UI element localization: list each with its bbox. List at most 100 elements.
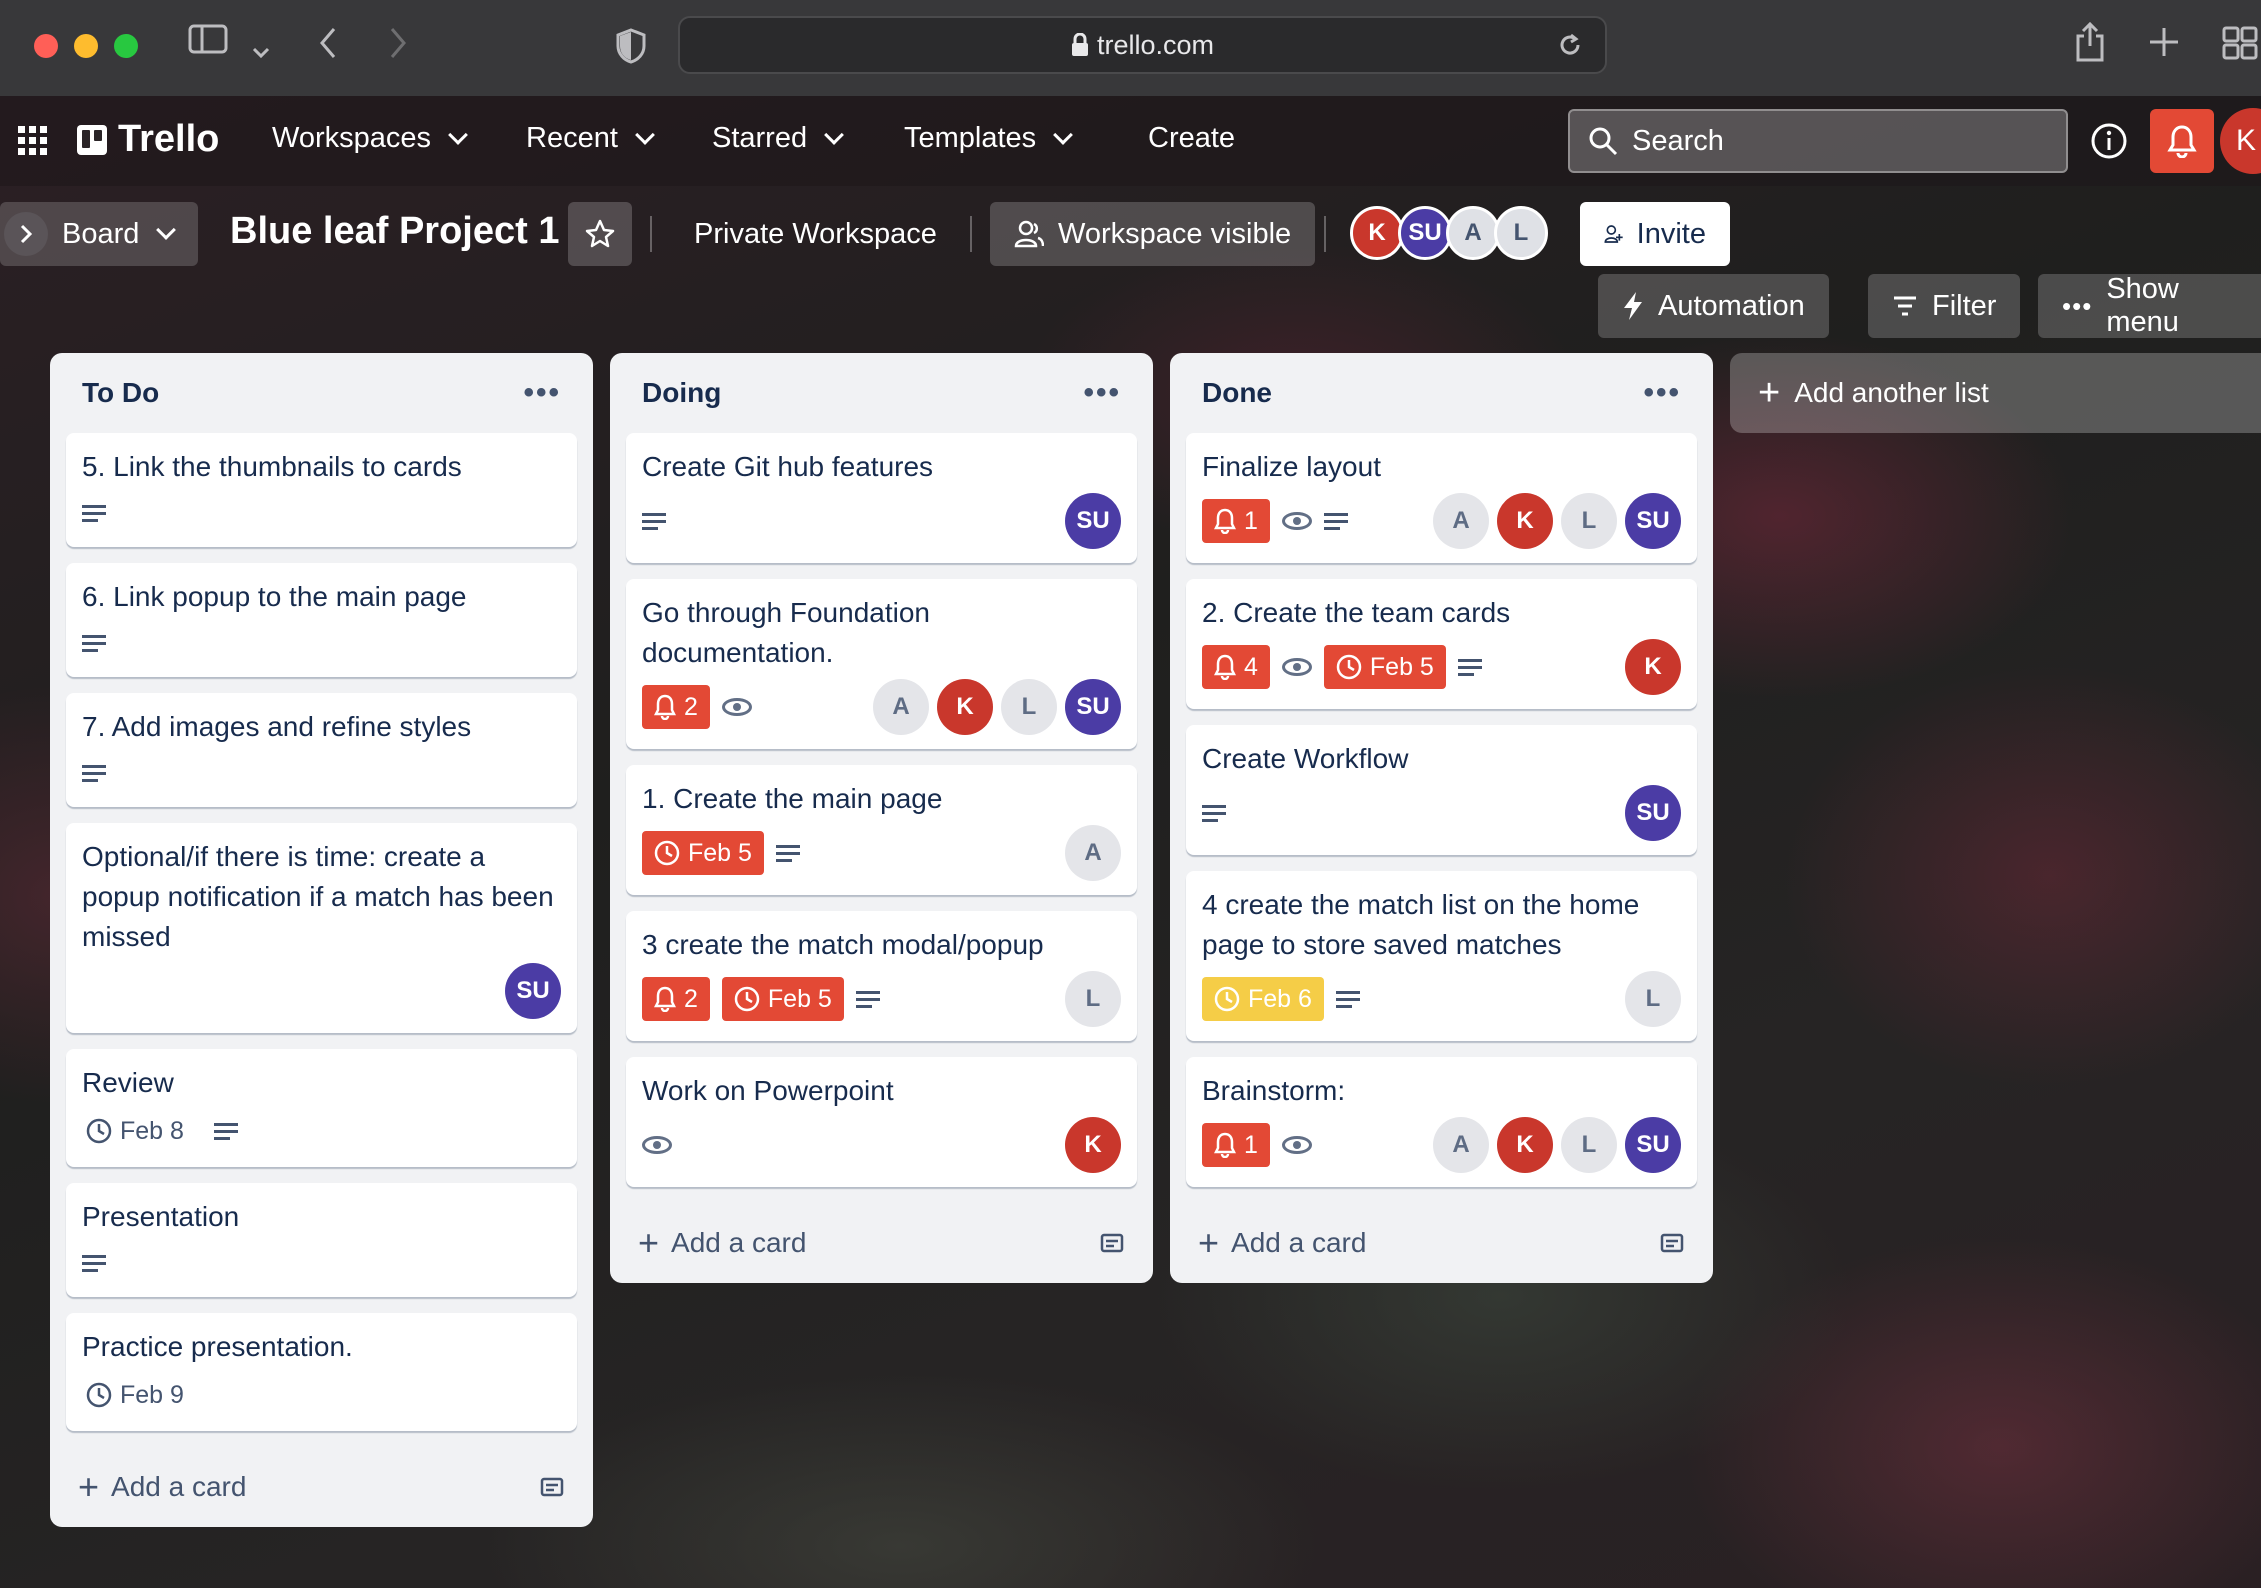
search-input[interactable]: Search	[1568, 109, 2068, 173]
trello-logo[interactable]: Trello	[76, 118, 219, 161]
card[interactable]: Practice presentation. Feb 9	[66, 1313, 577, 1431]
card[interactable]: 2. Create the team cards 4 Feb 5 K	[1186, 579, 1697, 709]
list-title[interactable]: To Do	[82, 377, 159, 409]
shield-icon[interactable]	[616, 28, 646, 73]
app-switcher-icon[interactable]	[18, 126, 48, 156]
due-date-badge[interactable]: Feb 5	[1323, 645, 1446, 689]
member-avatar[interactable]: K	[937, 679, 993, 735]
list-menu-icon[interactable]: •••	[1643, 376, 1681, 410]
member-avatar[interactable]: L	[1625, 971, 1681, 1027]
list-menu-icon[interactable]: •••	[523, 376, 561, 410]
member-avatar[interactable]: K	[1065, 1117, 1121, 1173]
add-list-button[interactable]: + Add another list	[1730, 353, 2261, 433]
member-avatar[interactable]: A	[873, 679, 929, 735]
automation-button[interactable]: Automation	[1598, 274, 1829, 338]
due-date-badge[interactable]: Feb 6	[1202, 977, 1324, 1021]
sidebar-toggle-icon[interactable]	[188, 22, 228, 65]
member-avatar[interactable]: A	[1433, 493, 1489, 549]
template-icon[interactable]	[1099, 1230, 1125, 1256]
workspaces-menu[interactable]: Workspaces	[272, 122, 468, 155]
card[interactable]: Optional/if there is time: create a popu…	[66, 823, 577, 1033]
member-avatar[interactable]: K	[1497, 1117, 1553, 1173]
card[interactable]: 5. Link the thumbnails to cards	[66, 433, 577, 547]
share-icon[interactable]	[2074, 21, 2106, 71]
member-avatar[interactable]: A	[1446, 206, 1500, 260]
member-avatar[interactable]: K	[1497, 493, 1553, 549]
member-avatar[interactable]: L	[1561, 493, 1617, 549]
member-avatar[interactable]: A	[1433, 1117, 1489, 1173]
add-card-button[interactable]: + Add a card	[626, 1203, 1137, 1283]
url-bar[interactable]: trello.com	[678, 16, 1607, 74]
template-icon[interactable]	[1659, 1230, 1685, 1256]
member-avatar[interactable]: SU	[1625, 785, 1681, 841]
notification-badge[interactable]: 2	[642, 685, 710, 729]
starred-menu[interactable]: Starred	[712, 122, 845, 155]
card[interactable]: Work on Powerpoint K	[626, 1057, 1137, 1187]
notification-badge[interactable]: 2	[642, 977, 710, 1021]
due-date-badge[interactable]: Feb 5	[721, 977, 844, 1021]
member-avatar[interactable]: A	[1065, 825, 1121, 881]
member-avatar[interactable]: SU	[1625, 1117, 1681, 1173]
notifications-button[interactable]	[2150, 109, 2214, 173]
card[interactable]: Create Workflow SU	[1186, 725, 1697, 855]
member-avatar[interactable]: L	[1494, 206, 1548, 260]
list-title[interactable]: Done	[1202, 377, 1272, 409]
minimize-window-button[interactable]	[74, 34, 98, 58]
maximize-window-button[interactable]	[114, 34, 138, 58]
member-avatar[interactable]: SU	[1398, 206, 1452, 260]
create-button[interactable]: Create	[1148, 122, 1235, 155]
chevron-down-icon[interactable]	[252, 30, 270, 69]
info-icon[interactable]	[2090, 122, 2128, 160]
card[interactable]: 3 create the match modal/popup 2 Feb 5 L	[626, 911, 1137, 1041]
member-avatar[interactable]: K	[1625, 639, 1681, 695]
member-avatar[interactable]: L	[1001, 679, 1057, 735]
card[interactable]: 6. Link popup to the main page	[66, 563, 577, 677]
forward-icon[interactable]	[388, 26, 408, 69]
due-date-badge[interactable]: Feb 9	[82, 1373, 188, 1417]
notification-badge[interactable]: 1	[1202, 499, 1270, 543]
board-view-switcher[interactable]: Board	[0, 202, 198, 266]
template-icon[interactable]	[539, 1474, 565, 1500]
member-avatar[interactable]: K	[1350, 206, 1404, 260]
add-card-button[interactable]: + Add a card	[1186, 1203, 1697, 1283]
card[interactable]: 7. Add images and refine styles	[66, 693, 577, 807]
card[interactable]: 1. Create the main page Feb 5 A	[626, 765, 1137, 895]
workspace-button[interactable]: Private Workspace	[670, 202, 961, 266]
member-avatar[interactable]: SU	[1065, 493, 1121, 549]
member-avatar[interactable]: SU	[505, 963, 561, 1019]
member-avatar[interactable]: L	[1065, 971, 1121, 1027]
recent-menu[interactable]: Recent	[526, 122, 655, 155]
card[interactable]: Brainstorm: 1 A K L SU	[1186, 1057, 1697, 1187]
card[interactable]: Finalize layout 1 A K L SU	[1186, 433, 1697, 563]
card[interactable]: Go through Foundation documentation. 2 A…	[626, 579, 1137, 749]
board-title[interactable]: Blue leaf Project 1	[230, 210, 559, 253]
expand-sidebar-icon[interactable]	[4, 212, 48, 256]
card[interactable]: 4 create the match list on the home page…	[1186, 871, 1697, 1041]
tab-overview-icon[interactable]	[2222, 26, 2258, 69]
add-card-button[interactable]: + Add a card	[66, 1447, 577, 1527]
member-avatar[interactable]: SU	[1065, 679, 1121, 735]
visibility-button[interactable]: Workspace visible	[990, 202, 1316, 266]
user-avatar[interactable]: K	[2220, 108, 2261, 174]
due-date-badge[interactable]: Feb 5	[642, 831, 764, 875]
due-date-badge[interactable]: Feb 8	[82, 1109, 188, 1153]
member-avatar[interactable]: SU	[1625, 493, 1681, 549]
member-avatar[interactable]: L	[1561, 1117, 1617, 1173]
templates-menu[interactable]: Templates	[904, 122, 1074, 155]
clock-icon	[86, 1382, 112, 1408]
card[interactable]: Review Feb 8	[66, 1049, 577, 1167]
card[interactable]: Presentation	[66, 1183, 577, 1297]
star-board-button[interactable]	[568, 202, 632, 266]
reload-icon[interactable]	[1557, 32, 1583, 58]
list-title[interactable]: Doing	[642, 377, 721, 409]
filter-button[interactable]: Filter	[1868, 274, 2021, 338]
new-tab-icon[interactable]	[2148, 26, 2180, 67]
close-window-button[interactable]	[34, 34, 58, 58]
notification-badge[interactable]: 4	[1202, 645, 1270, 689]
show-menu-button[interactable]: ••• Show menu	[2038, 273, 2261, 338]
invite-button[interactable]: Invite	[1580, 202, 1730, 266]
notification-badge[interactable]: 1	[1202, 1123, 1270, 1167]
list-menu-icon[interactable]: •••	[1083, 376, 1121, 410]
back-icon[interactable]	[318, 26, 338, 69]
card[interactable]: Create Git hub features SU	[626, 433, 1137, 563]
